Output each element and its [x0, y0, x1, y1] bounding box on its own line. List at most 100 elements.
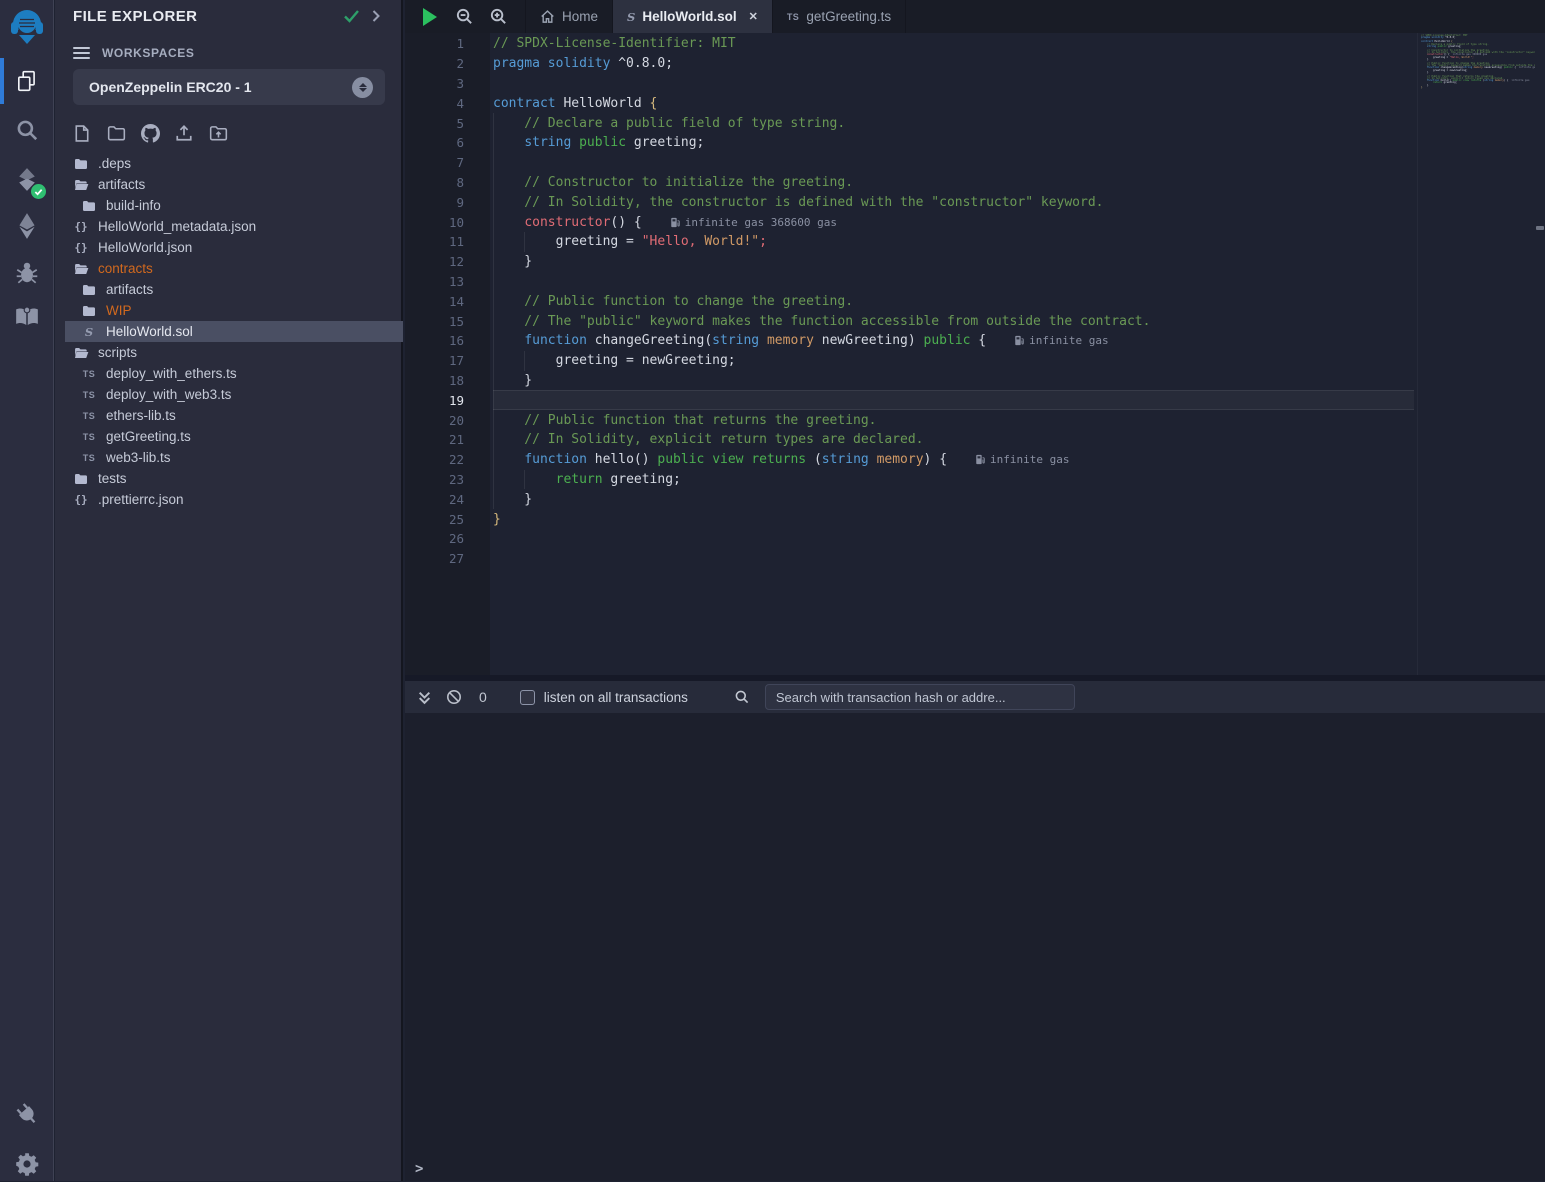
- code-line-27: 27: [405, 549, 1414, 569]
- terminal-output[interactable]: >: [405, 713, 1545, 1181]
- workspaces-menu-icon[interactable]: [73, 44, 90, 62]
- line-number: 5: [405, 116, 464, 131]
- file-name: ethers-lib.ts: [106, 408, 176, 423]
- gear-icon: [15, 1152, 39, 1176]
- ts-icon: TS: [81, 432, 97, 442]
- folder-icon: [73, 158, 89, 170]
- code-text: }: [493, 489, 1414, 509]
- zoom-out-button[interactable]: [447, 0, 481, 33]
- json-icon: {}: [73, 241, 89, 254]
- editor-tab-home[interactable]: Home: [525, 0, 613, 33]
- github-button[interactable]: [139, 122, 161, 144]
- sol-icon: S: [81, 325, 97, 339]
- code-text: pragma solidity ^0.8.0;: [493, 54, 1414, 74]
- folder-icon: [81, 284, 97, 296]
- sidebar-item-plugin-manager[interactable]: [0, 1096, 54, 1132]
- workspaces-row: WORKSPACES: [73, 44, 194, 62]
- new-file-button[interactable]: [71, 122, 93, 144]
- upload-file-button[interactable]: [173, 122, 195, 144]
- line-number: 6: [405, 135, 464, 150]
- terminal-search-input[interactable]: [765, 684, 1075, 710]
- file-explorer-panel: FILE EXPLORER WORKSPACES OpenZeppelin ER…: [55, 0, 403, 1181]
- file-tree-item-deploy-with-web3-ts[interactable]: TSdeploy_with_web3.ts: [55, 384, 403, 405]
- tab-label: Home: [562, 9, 598, 24]
- sidebar-item-search[interactable]: [0, 110, 54, 150]
- file-tree: .depsartifactsbuild-info{}HelloWorld_met…: [55, 153, 403, 510]
- zoom-in-button[interactable]: [481, 0, 515, 33]
- file-tree-item-wip[interactable]: WIP: [55, 300, 403, 321]
- code-editor[interactable]: 1// SPDX-License-Identifier: MIT2pragma …: [405, 33, 1545, 675]
- sidebar-item-settings[interactable]: [0, 1146, 54, 1182]
- code-text: }: [493, 252, 1414, 272]
- file-tree-item-prettierrc-json[interactable]: {}.prettierrc.json: [55, 489, 403, 510]
- file-name: HelloWorld_metadata.json: [98, 219, 256, 234]
- file-name: contracts: [98, 261, 153, 276]
- file-tree-item-helloworld-json[interactable]: {} HelloWorld.json: [55, 237, 403, 258]
- code-text: greeting = newGreeting;: [493, 351, 1414, 371]
- run-script-button[interactable]: [413, 0, 447, 33]
- code-line-13: 13: [405, 272, 1414, 292]
- folder-open-icon: [73, 263, 89, 275]
- files-icon: [15, 69, 39, 93]
- code-line-11: 11 greeting = "Hello, World!";: [405, 232, 1414, 252]
- panel-expand-icon[interactable]: [371, 9, 381, 28]
- remix-logo[interactable]: [0, 6, 54, 50]
- indent-guide: [493, 113, 494, 509]
- file-name: HelloWorld.json: [98, 240, 192, 255]
- gas-pump-icon: [670, 217, 680, 228]
- file-name: .deps: [98, 156, 131, 171]
- expand-terminal-button[interactable]: [413, 690, 435, 705]
- file-tree-item-build-info[interactable]: build-info: [55, 195, 403, 216]
- file-tree-item-deps[interactable]: .deps: [55, 153, 403, 174]
- editor-tab-helloworld-sol[interactable]: SHelloWorld.sol✕: [613, 0, 773, 33]
- compile-success-badge: [31, 184, 46, 199]
- file-tree-item-contracts[interactable]: contracts: [55, 258, 403, 279]
- file-name: web3-lib.ts: [106, 450, 171, 465]
- code-text: // SPDX-License-Identifier: MIT: [493, 34, 1414, 54]
- upload-folder-button[interactable]: [207, 122, 229, 144]
- sidebar-item-deploy-and-run[interactable]: [0, 206, 54, 246]
- code-line-24: 24 }: [405, 489, 1414, 509]
- close-icon[interactable]: ✕: [749, 10, 758, 23]
- code-text: [493, 74, 1414, 94]
- sol-icon: S: [627, 10, 635, 24]
- zoom-out-icon: [455, 7, 474, 26]
- file-tree-item-helloworld-metadata-json[interactable]: {}HelloWorld_metadata.json: [55, 216, 403, 237]
- code-line-15: 15 // The "public" keyword makes the fun…: [405, 311, 1414, 331]
- code-line-16: 16 function changeGreeting(string memory…: [405, 331, 1414, 351]
- workspace-select[interactable]: OpenZeppelin ERC20 - 1: [73, 69, 385, 105]
- sidebar-item-debugger[interactable]: [0, 252, 54, 294]
- scrollbar[interactable]: [1535, 33, 1545, 675]
- file-tree-item-scripts[interactable]: scripts: [55, 342, 403, 363]
- listen-checkbox[interactable]: [520, 690, 535, 705]
- line-number: 23: [405, 472, 464, 487]
- ethereum-icon: [17, 212, 37, 240]
- sidebar-item-learn[interactable]: [0, 298, 54, 336]
- sidebar-item-solidity-compiler[interactable]: [0, 157, 54, 201]
- code-text: [493, 529, 1414, 549]
- file-name: artifacts: [106, 282, 153, 297]
- listen-label: listen on all transactions: [544, 690, 688, 705]
- code-text: function hello() public view returns (st…: [493, 450, 1414, 470]
- line-number: 27: [405, 551, 464, 566]
- file-tree-item-ethers-lib-ts[interactable]: TSethers-lib.ts: [55, 405, 403, 426]
- file-tree-item-deploy-with-ethers-ts[interactable]: TSdeploy_with_ethers.ts: [55, 363, 403, 384]
- sidebar-item-file-explorer[interactable]: [0, 58, 54, 104]
- code-text: }: [493, 509, 1414, 529]
- file-tree-item-getgreeting-ts[interactable]: TSgetGreeting.ts: [55, 426, 403, 447]
- file-tree-item-artifacts[interactable]: artifacts: [55, 174, 403, 195]
- clear-console-button[interactable]: [443, 689, 465, 705]
- scrollbar-thumb[interactable]: [1536, 226, 1544, 230]
- indent-guide: [524, 470, 525, 490]
- editor-tab-getgreeting-ts[interactable]: TSgetGreeting.ts: [773, 0, 906, 33]
- file-tree-item-artifacts[interactable]: artifacts: [55, 279, 403, 300]
- gas-pump-icon: [975, 454, 985, 465]
- file-tree-item-helloworld-sol[interactable]: SHelloWorld.sol: [65, 321, 403, 342]
- folder-icon: [81, 305, 97, 317]
- workspace-switch-icon[interactable]: [352, 77, 373, 98]
- minimap[interactable]: // SPDX-License-Identifier: MITpragma so…: [1417, 33, 1535, 675]
- file-tree-item-tests[interactable]: tests: [55, 468, 403, 489]
- new-folder-button[interactable]: [105, 122, 127, 144]
- file-tree-item-web3-lib-ts[interactable]: TSweb3-lib.ts: [55, 447, 403, 468]
- folder-open-icon: [73, 347, 89, 359]
